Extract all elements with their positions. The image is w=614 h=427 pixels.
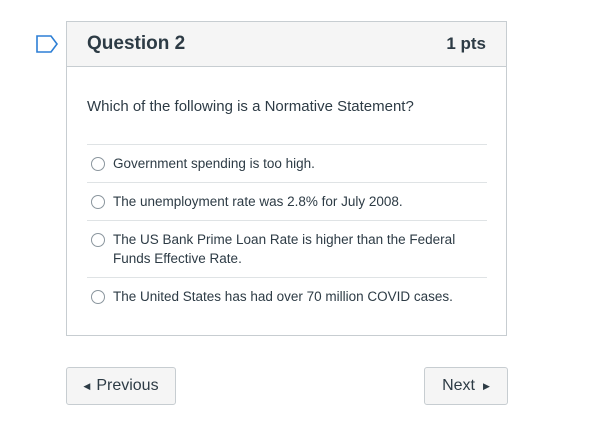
- radio-button[interactable]: [91, 290, 105, 304]
- triangle-right-icon: ▶: [482, 380, 490, 391]
- answer-option[interactable]: The unemployment rate was 2.8% for July …: [87, 182, 487, 220]
- answer-option[interactable]: Government spending is too high.: [87, 144, 487, 182]
- previous-button[interactable]: ◀ Previous: [66, 367, 176, 405]
- answer-label: The US Bank Prime Loan Rate is higher th…: [113, 232, 456, 266]
- previous-label: Previous: [96, 377, 159, 394]
- answer-label: The United States has had over 70 millio…: [113, 289, 453, 304]
- question-text: Which of the following is a Normative St…: [87, 98, 414, 115]
- question-title: Question 2: [87, 33, 186, 54]
- radio-button[interactable]: [91, 233, 105, 247]
- question-header: Question 2 1 pts: [67, 22, 506, 67]
- radio-button[interactable]: [91, 195, 105, 209]
- radio-button[interactable]: [91, 157, 105, 171]
- answer-label: Government spending is too high.: [113, 156, 315, 171]
- answer-option[interactable]: The US Bank Prime Loan Rate is higher th…: [87, 220, 487, 277]
- answer-label: The unemployment rate was 2.8% for July …: [113, 194, 403, 209]
- flag-question-icon[interactable]: [36, 35, 58, 53]
- next-label: Next: [442, 377, 475, 394]
- answer-option[interactable]: The United States has had over 70 millio…: [87, 277, 487, 315]
- question-card: Question 2 1 pts Which of the following …: [66, 21, 507, 336]
- answer-list: Government spending is too high. The une…: [87, 144, 487, 315]
- next-button[interactable]: Next ▶: [424, 367, 508, 405]
- question-points: 1 pts: [446, 34, 486, 53]
- triangle-left-icon: ◀: [83, 380, 91, 391]
